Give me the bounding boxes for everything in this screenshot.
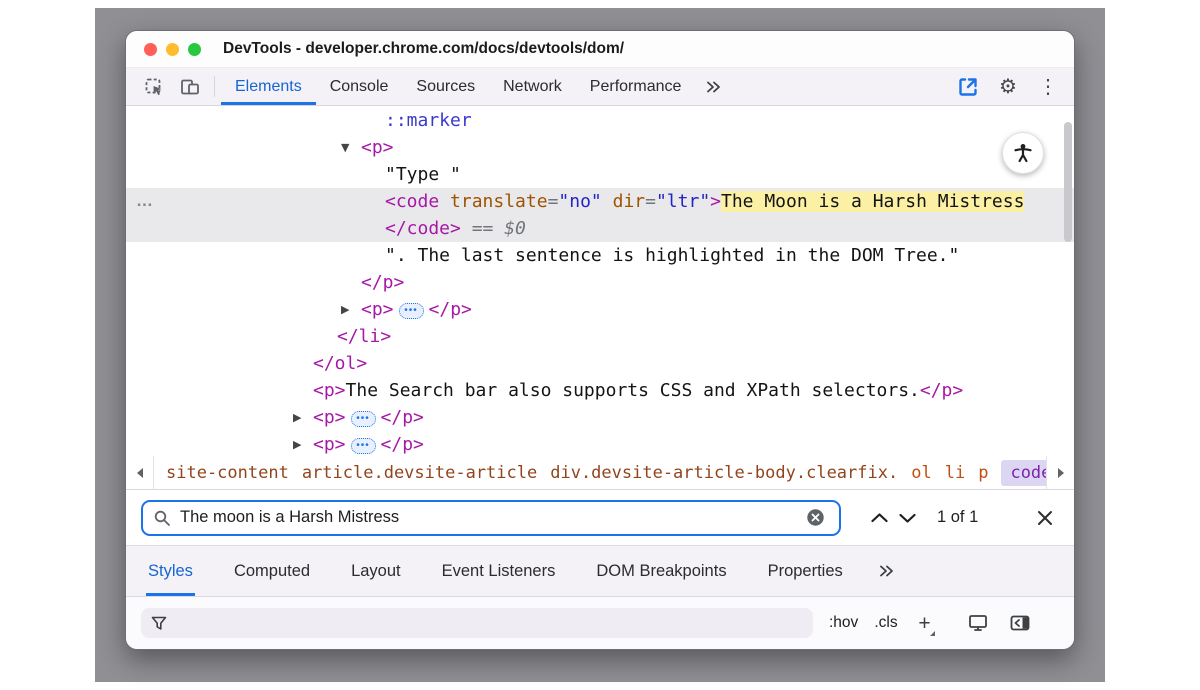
expand-right-icon[interactable]: ▶ [293, 431, 313, 456]
dom-tree-node[interactable]: </li> [126, 323, 1074, 350]
previous-result-icon[interactable] [865, 504, 893, 532]
more-tabs-icon[interactable] [695, 68, 731, 105]
toggle-hover-state-button[interactable]: :hov [829, 614, 858, 632]
sidebar-toggle-icon[interactable] [1006, 609, 1034, 637]
search-bar: 1 of 1 [126, 490, 1074, 546]
tab-styles[interactable]: Styles [146, 546, 195, 596]
breadcrumb-scroll-right-icon[interactable] [1046, 456, 1074, 489]
filter-funnel-icon [151, 616, 167, 631]
dom-tree-node[interactable]: ▶<p>•••</p> [126, 404, 1074, 431]
dom-tree: ::marker▼<p>"Type "…<code translate="no"… [126, 107, 1074, 456]
breadcrumb-item-code[interactable]: code [1001, 460, 1046, 486]
inspect-icon[interactable] [136, 68, 172, 105]
dom-tree-node[interactable]: "Type " [126, 161, 1074, 188]
close-window-button[interactable] [144, 43, 157, 56]
node-options-icon[interactable]: … [136, 188, 154, 215]
breadcrumb-item-p[interactable]: p [978, 463, 988, 483]
breadcrumb-item-li[interactable]: li [945, 463, 965, 483]
breadcrumb-item-div-devsite-article-body-clearfix[interactable]: div.devsite-article-body.clearfix. [550, 463, 898, 483]
more-sidebar-tabs-icon[interactable] [868, 546, 904, 596]
search-results-count: 1 of 1 [937, 508, 978, 527]
tab-performance[interactable]: Performance [576, 68, 696, 105]
breadcrumb-list: site-content article.devsite-article div.d… [154, 456, 1046, 489]
dom-tree-panel: ::marker▼<p>"Type "…<code translate="no"… [126, 106, 1074, 456]
accessibility-person-icon [1012, 142, 1034, 164]
settings-gear-icon[interactable]: ⚙ [994, 77, 1022, 97]
clear-search-icon[interactable] [801, 504, 829, 532]
dom-tree-node[interactable]: ▶<p>•••</p> [126, 296, 1074, 323]
styles-filter-field[interactable] [141, 608, 813, 638]
tab-event-listeners[interactable]: Event Listeners [440, 546, 558, 596]
sidebar-tab-list: Styles Computed Layout Event Listeners DOM B… [146, 546, 882, 596]
search-input[interactable] [180, 508, 801, 527]
tab-properties[interactable]: Properties [766, 546, 845, 596]
tab-sources[interactable]: Sources [402, 68, 489, 105]
zoom-window-button[interactable] [188, 43, 201, 56]
desktop-background: DevTools - developer.chrome.com/docs/dev… [95, 8, 1105, 682]
search-box[interactable] [141, 500, 841, 536]
window-title: DevTools - developer.chrome.com/docs/dev… [223, 40, 624, 58]
expand-down-icon[interactable]: ▼ [341, 134, 361, 161]
breadcrumb-item-ol[interactable]: ol [911, 463, 931, 483]
dom-tree-node[interactable]: ". The last sentence is highlighted in t… [126, 242, 1074, 269]
expand-right-icon[interactable]: ▶ [293, 404, 313, 431]
dom-tree-node[interactable]: </ol> [126, 350, 1074, 377]
expand-right-icon[interactable]: ▶ [341, 296, 361, 323]
dom-tree-node[interactable]: </p> [126, 269, 1074, 296]
toolbar-divider [214, 76, 215, 97]
inline-expand-icon[interactable]: ••• [351, 411, 376, 427]
dom-tree-node[interactable]: …<code translate="no" dir="ltr">The Moon… [126, 188, 1074, 215]
search-icon [153, 509, 171, 527]
dom-tree-node[interactable]: </code> == $0 [126, 215, 1074, 242]
styles-toolbar: :hov .cls + [126, 597, 1074, 649]
devtools-toolbar: ElementsConsoleSourcesNetworkPerformance… [126, 68, 1074, 106]
new-style-rule-button[interactable]: + [914, 613, 936, 634]
sidebar-tabs: Styles Computed Layout Event Listeners DOM B… [126, 546, 1074, 597]
tab-computed[interactable]: Computed [232, 546, 312, 596]
vertical-scrollbar[interactable] [1064, 122, 1072, 242]
toggle-class-button[interactable]: .cls [874, 614, 897, 632]
inline-expand-icon[interactable]: ••• [351, 438, 376, 454]
dom-tree-node[interactable]: <p>The Search bar also supports CSS and … [126, 377, 1074, 404]
dom-tree-node[interactable]: ▶<p>•••</p> [126, 431, 1074, 456]
next-result-icon[interactable] [893, 504, 921, 532]
styles-filter-input[interactable] [175, 615, 803, 632]
dock-side-icon[interactable] [954, 73, 982, 101]
tab-elements[interactable]: Elements [221, 68, 316, 105]
main-tabs: ElementsConsoleSourcesNetworkPerformance [221, 68, 695, 105]
kebab-menu-icon[interactable]: ⋮ [1034, 77, 1062, 97]
accessibility-fab[interactable] [1002, 132, 1044, 174]
breadcrumb-item-article-devsite-article[interactable]: article.devsite-article [302, 463, 537, 483]
display-monitor-icon[interactable] [964, 609, 992, 637]
dom-tree-node[interactable]: ▼<p> [126, 134, 1074, 161]
device-toolbar-icon[interactable] [172, 68, 208, 105]
breadcrumb-item-site-content[interactable]: site-content [166, 463, 289, 483]
tab-network[interactable]: Network [489, 68, 576, 105]
breadcrumb-bar: site-content article.devsite-article div.d… [126, 456, 1074, 490]
breadcrumb-scroll-left-icon[interactable] [126, 456, 154, 489]
close-search-icon[interactable] [1031, 504, 1059, 532]
tab-dom-breakpoints[interactable]: DOM Breakpoints [594, 546, 728, 596]
inline-expand-icon[interactable]: ••• [399, 303, 424, 319]
toolbar-right-actions: ⚙ ⋮ [942, 68, 1074, 105]
minimize-window-button[interactable] [166, 43, 179, 56]
window-titlebar: DevTools - developer.chrome.com/docs/dev… [126, 31, 1074, 68]
dom-tree-node[interactable]: ::marker [126, 107, 1074, 134]
devtools-window: DevTools - developer.chrome.com/docs/dev… [125, 30, 1075, 650]
tab-console[interactable]: Console [316, 68, 403, 105]
tab-layout[interactable]: Layout [349, 546, 403, 596]
